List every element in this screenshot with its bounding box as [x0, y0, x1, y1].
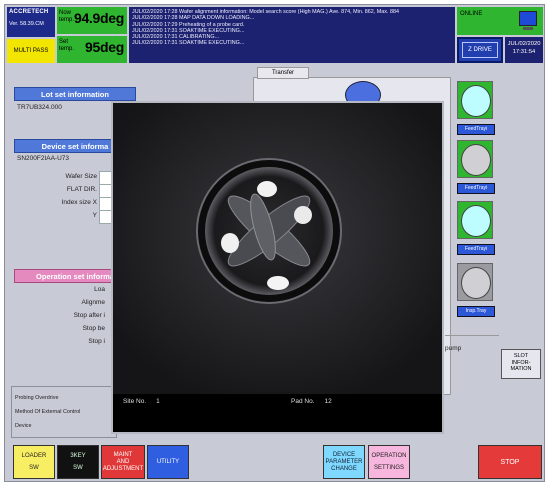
button-line: LOADER: [21, 452, 47, 459]
wafer-icon: [461, 85, 491, 117]
probe-camera-view: Site No. 1 Pad No. 12: [111, 101, 444, 434]
accretech-logo: ACCRETECH Ver. 58.39.CM: [7, 7, 55, 37]
online-label: ONLINE: [460, 11, 483, 17]
prober-main-window: ACCRETECH Ver. 58.39.CM MULTI PASS Now t…: [4, 4, 545, 482]
pump-label: pump: [445, 345, 462, 352]
divider: [445, 335, 499, 336]
device-name: SN200F2IAA-U73: [17, 155, 70, 162]
stop-after-label: Stop after i: [73, 312, 105, 319]
site-label: Site No.: [123, 398, 147, 405]
button-line: OPERATION: [371, 452, 407, 459]
button-line: MAINT: [113, 451, 133, 458]
time-label: 17:31:54: [512, 48, 536, 55]
set-temp-label: Set temp.: [59, 39, 75, 52]
alignment-label: Alignme: [81, 299, 105, 306]
button-line: SW: [29, 464, 39, 471]
date-time-display: JUL/02/2020 17:31:54: [505, 37, 543, 63]
slot-information-button[interactable]: SLOT INFOR- MATION: [501, 349, 541, 379]
index-size-x-label: Index size X: [61, 199, 97, 206]
button-line: ADJUSTMENT: [102, 465, 144, 472]
button-line: 3KEY: [70, 452, 86, 459]
feed-tray-2-label: FeedTrayi: [457, 183, 495, 194]
z-drive-button[interactable]: Z DRIVE: [457, 37, 503, 63]
log-line: JUL/02/2020 17:31 SOAKTIME EXECUTING...: [132, 40, 245, 47]
pad-label: Pad No.: [291, 398, 315, 405]
maint-adjustment-button[interactable]: MAINT AND ADJUSTMENT: [101, 445, 145, 479]
feed-tray-1-slot[interactable]: [457, 81, 493, 119]
set-temp-value: 95deg: [85, 39, 124, 55]
slot-info-line: MATION: [510, 366, 532, 372]
button-line: SETTINGS: [373, 464, 404, 471]
lot-number: TR7UB324.000: [17, 104, 62, 111]
utility-button[interactable]: UTILITY: [147, 445, 189, 479]
date-label: JUL/02/2020: [507, 41, 541, 47]
lot-info-button[interactable]: Lot set information: [14, 87, 136, 101]
probing-overdrive-label: Probing Overdrive: [15, 395, 59, 401]
computer-icon: [519, 11, 537, 30]
flat-dir-label: FLAT DIR.: [66, 186, 97, 193]
multipass-indicator: MULTI PASS: [7, 39, 55, 63]
stop-button[interactable]: STOP: [478, 445, 542, 479]
wafer-icon: [461, 267, 491, 299]
feed-tray-2-slot[interactable]: [457, 140, 493, 178]
set-temp-panel: Set temp. 95deg: [57, 36, 127, 63]
device-parameter-change-button[interactable]: DEVICE PARAMETER CHANGE: [323, 445, 365, 479]
wafer-icon: [461, 144, 491, 176]
feed-tray-3-label: FeedTrayi: [457, 244, 495, 255]
feed-tray-1-label: FeedTrayi: [457, 124, 495, 135]
button-line: CHANGE: [331, 465, 357, 472]
pad-number: Pad No. 12: [291, 398, 332, 405]
button-line: AND: [116, 458, 130, 465]
index-size-y-label: Y: [92, 212, 97, 219]
button-line: DEVICE: [332, 451, 356, 458]
site-value: 1: [156, 398, 160, 405]
stop-label: Stop i: [88, 338, 105, 345]
operation-settings-button[interactable]: OPERATION SETTINGS: [368, 445, 410, 479]
wafer-icon: [461, 205, 491, 237]
online-status: ONLINE: [457, 7, 543, 35]
button-line: PARAMETER: [325, 458, 363, 465]
description-box: Probing Overdrive Method Of External Con…: [11, 386, 117, 438]
now-temp-panel: Now temp. 94.9deg: [57, 7, 127, 34]
device-label: Device: [15, 423, 32, 429]
stop-before-label: Stop be: [82, 325, 105, 332]
insp-tray-slot[interactable]: [457, 263, 493, 301]
external-control-label: Method Of External Control: [15, 409, 81, 415]
wafer-size-label: Wafer Size: [65, 173, 97, 180]
message-log: JUL/02/2020 17:28 Wafer alignment inform…: [129, 7, 455, 63]
brand-name: ACCRETECH: [9, 9, 49, 15]
load-label: Loa: [94, 286, 105, 293]
3key-sw-button[interactable]: 3KEY SW: [57, 445, 99, 479]
z-drive-label: Z DRIVE: [462, 42, 498, 58]
site-number: Site No. 1: [123, 398, 160, 405]
camera-info-bar: Site No. 1 Pad No. 12: [113, 394, 442, 432]
pad-value: 12: [324, 398, 332, 405]
feed-tray-3-slot[interactable]: [457, 201, 493, 239]
insp-tray-label: Insp.Tray: [457, 306, 495, 317]
now-temp-value: 94.9deg: [73, 10, 124, 26]
loader-sw-button[interactable]: LOADER SW: [13, 445, 55, 479]
button-line: SW: [73, 464, 83, 471]
version-label: Ver. 58.39.CM: [9, 21, 44, 27]
probe-mark-image: [113, 103, 442, 394]
tab-transfer[interactable]: Transfer: [257, 67, 309, 79]
